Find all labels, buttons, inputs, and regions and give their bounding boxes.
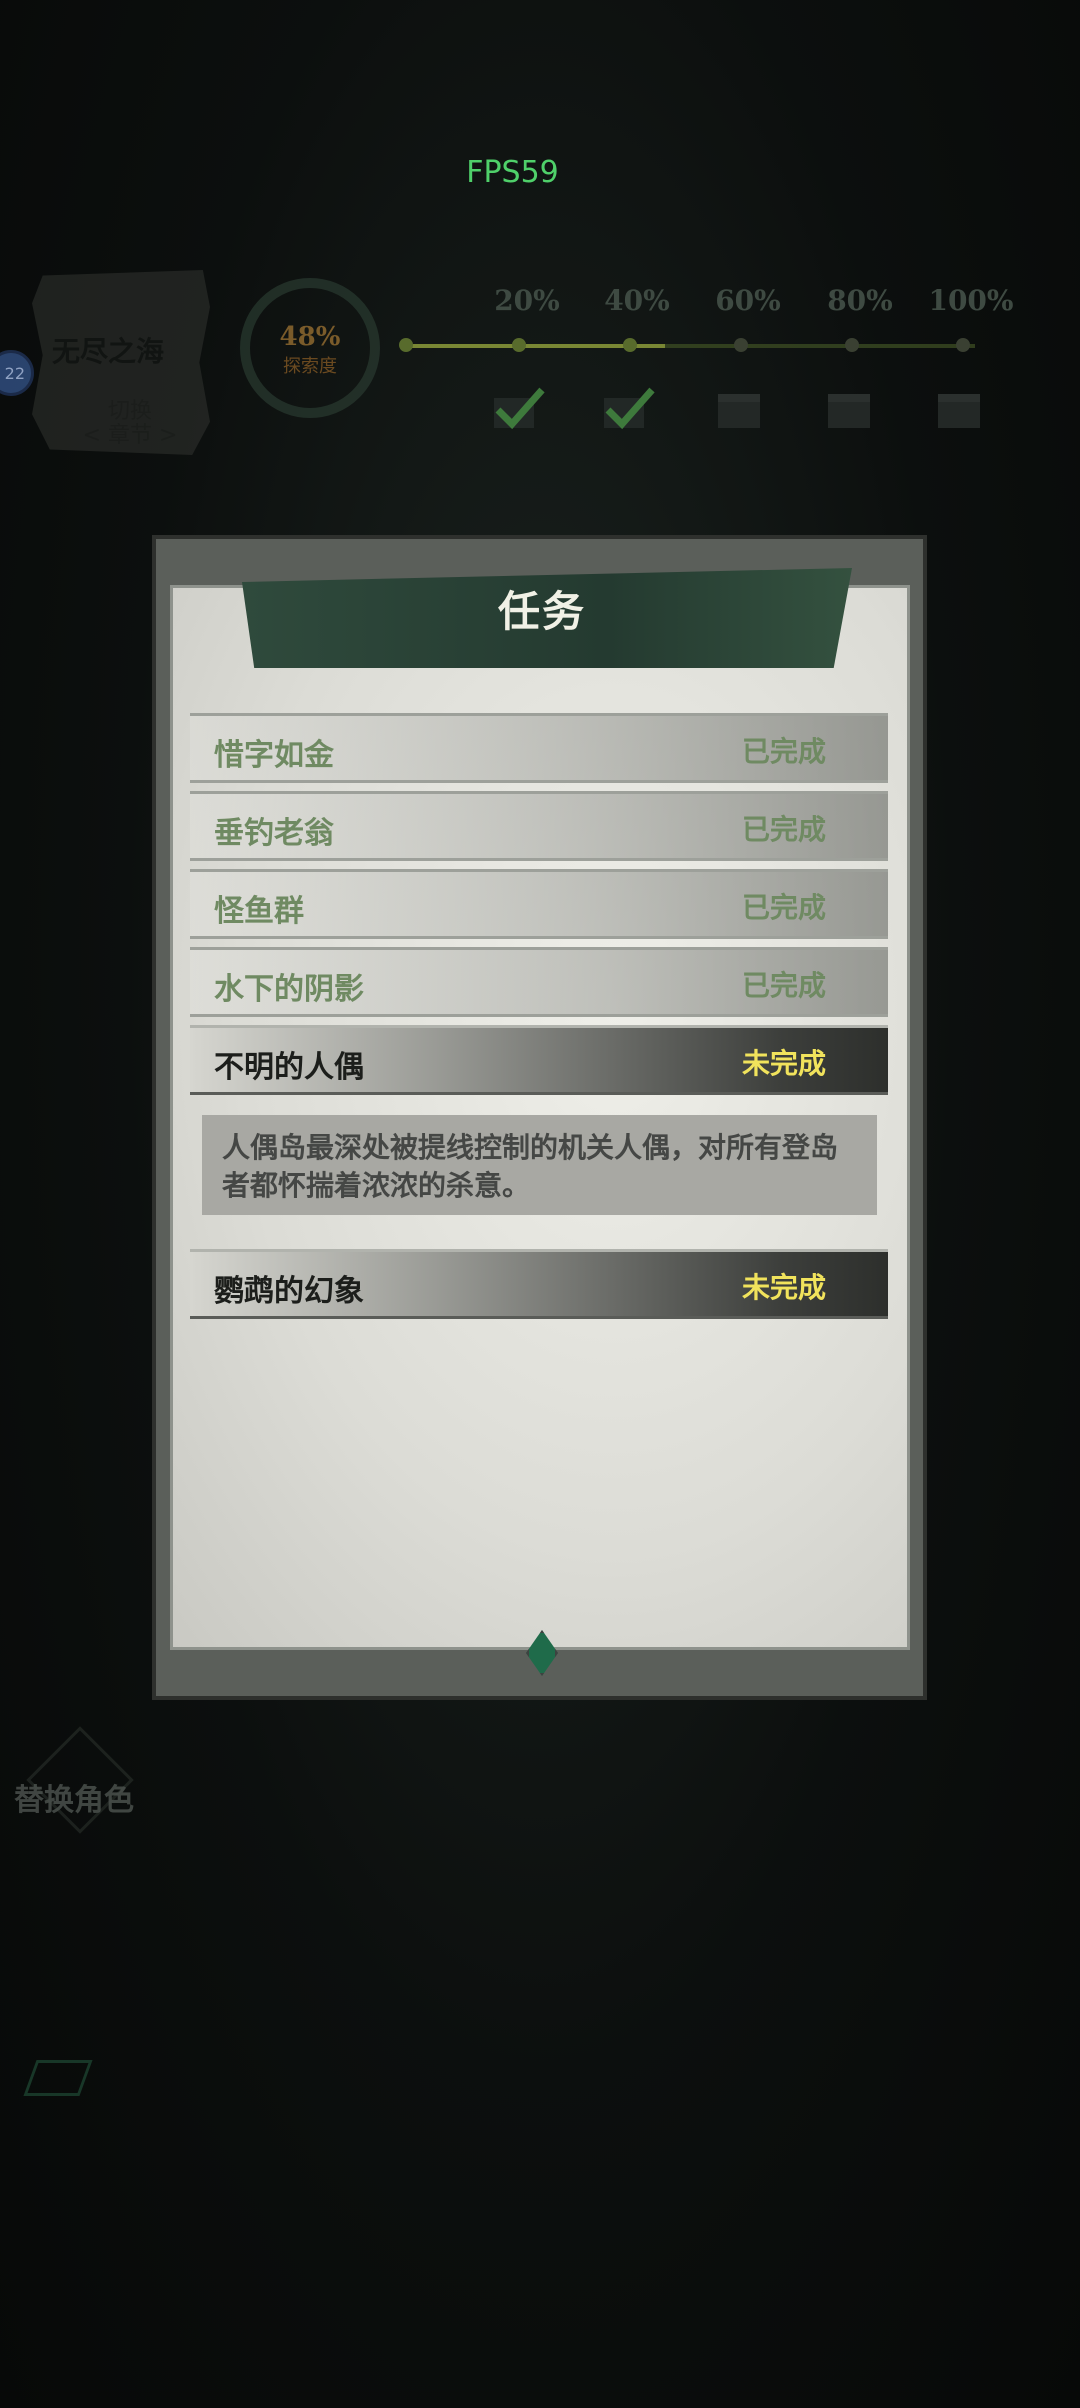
quest-row[interactable]: 怪鱼群 已完成 xyxy=(190,869,888,939)
reward-chest-icon[interactable] xyxy=(820,380,880,438)
switch-chapter-button[interactable]: 切换 < 章节 > xyxy=(80,400,180,448)
quest-description: 人偶岛最深处被提线控制的机关人偶，对所有登岛者都怀揣着浓浓的杀意。 xyxy=(202,1115,877,1215)
quest-status: 已完成 xyxy=(741,969,826,1002)
quest-status: 未完成 xyxy=(741,1271,826,1304)
quest-name: 水下的阴影 xyxy=(214,972,364,1007)
milestone-dot-40 xyxy=(623,338,637,352)
quest-row[interactable]: 垂钓老翁 已完成 xyxy=(190,791,888,861)
milestone-60: 60% xyxy=(715,284,781,317)
milestone-20: 20% xyxy=(494,284,560,317)
track-start-dot xyxy=(399,338,413,352)
milestone-dot-60 xyxy=(734,338,748,352)
reward-chest-icon[interactable] xyxy=(710,380,770,438)
quest-name: 鹦鹉的幻象 xyxy=(214,1274,364,1309)
milestone-40: 40% xyxy=(604,284,670,317)
reward-chest-claimed-icon[interactable] xyxy=(598,380,658,438)
quest-status: 已完成 xyxy=(741,813,826,846)
quest-name: 怪鱼群 xyxy=(214,894,304,929)
sea-name: 无尽之海 xyxy=(52,335,165,368)
quest-status: 已完成 xyxy=(741,891,826,924)
quest-row[interactable]: 鹦鹉的幻象 未完成 xyxy=(190,1249,888,1319)
milestone-dot-20 xyxy=(512,338,526,352)
quest-status: 未完成 xyxy=(741,1047,826,1080)
quest-row-selected[interactable]: 不明的人偶 未完成 xyxy=(190,1025,888,1095)
explore-label: 探索度 xyxy=(283,356,337,377)
quest-status: 已完成 xyxy=(741,735,826,768)
milestone-dot-80 xyxy=(845,338,859,352)
fps-counter: FPS59 xyxy=(466,155,559,190)
explore-percent: 48% xyxy=(279,322,341,352)
milestone-80: 80% xyxy=(827,284,893,317)
quest-name: 不明的人偶 xyxy=(214,1050,364,1085)
switch-role-button[interactable]: 替换角色 xyxy=(14,1775,134,1819)
milestone-100: 100% xyxy=(928,284,1014,317)
milestone-dot-100 xyxy=(956,338,970,352)
quest-row[interactable]: 惜字如金 已完成 xyxy=(190,713,888,783)
quest-row[interactable]: 水下的阴影 已完成 xyxy=(190,947,888,1017)
quest-name: 惜字如金 xyxy=(214,738,334,773)
reward-chest-icon[interactable] xyxy=(930,380,990,438)
quest-name: 垂钓老翁 xyxy=(214,816,334,851)
avatar-badge-number: 22 xyxy=(4,363,25,383)
reward-chest-claimed-icon[interactable] xyxy=(488,380,548,438)
modal-title: 任务 xyxy=(497,587,586,636)
